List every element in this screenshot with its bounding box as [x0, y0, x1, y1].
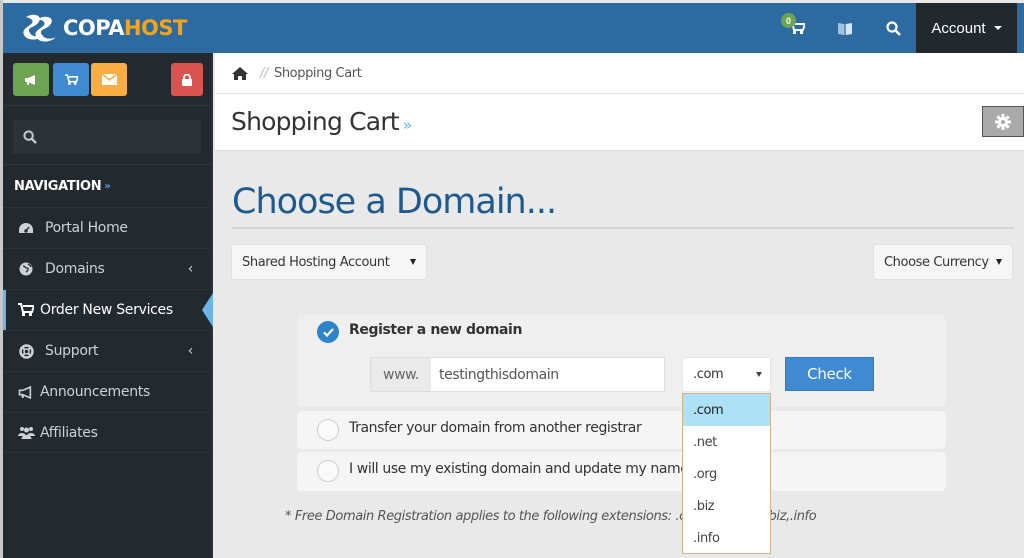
envelope-icon	[101, 74, 117, 85]
logo[interactable]: COPAHOST	[20, 13, 187, 43]
gear-icon	[995, 113, 1011, 130]
cart-button[interactable]: 0	[773, 3, 821, 53]
cart-quick-button[interactable]	[53, 63, 89, 96]
choose-domain-heading: Choose a Domain...	[232, 182, 557, 222]
breadcrumb-separator: //	[260, 65, 268, 81]
tld-select[interactable]: .com	[682, 357, 771, 392]
sidebar-item-affiliates[interactable]: Affiliates	[3, 412, 211, 453]
language-icon	[838, 23, 852, 35]
caret-down-icon	[993, 26, 1002, 30]
megaphone-icon	[17, 385, 35, 399]
option-label: Transfer your domain from another regist…	[349, 420, 642, 436]
transfer-domain-option[interactable]: Transfer your domain from another regist…	[297, 411, 946, 449]
email-quick-button[interactable]	[91, 63, 127, 96]
tld-option[interactable]: .info	[683, 522, 770, 554]
home-icon[interactable]	[232, 66, 248, 80]
option-label: Register a new domain	[349, 322, 523, 338]
www-prefix: www.	[370, 357, 432, 392]
sidebar-item-portal-home[interactable]: Portal Home	[3, 207, 211, 248]
breadcrumb-current: Shopping Cart	[273, 65, 362, 81]
double-chevron-down-icon: »	[104, 180, 111, 192]
chevron-left-icon: ‹	[187, 261, 194, 277]
globe-icon	[17, 262, 35, 276]
sidebar-item-support[interactable]: Support ‹	[3, 330, 211, 371]
checkmark-icon	[322, 327, 334, 337]
sidebar-search-input[interactable]	[13, 120, 201, 154]
option-label: I will use my existing domain and update…	[349, 461, 738, 477]
megaphone-icon	[25, 74, 35, 85]
dropdown-arrow-icon	[756, 371, 762, 377]
tld-option[interactable]: .com	[683, 394, 770, 426]
announcements-quick-button[interactable]	[13, 63, 49, 96]
radio-transfer[interactable]	[317, 419, 339, 441]
page-title: Shopping Cart»	[231, 107, 412, 136]
page-header: Shopping Cart»	[215, 94, 1024, 151]
account-menu[interactable]: Account	[916, 3, 1017, 53]
tld-dropdown-list: .com .net .org .biz .info	[682, 393, 771, 554]
tld-option[interactable]: .org	[683, 458, 770, 490]
users-icon	[17, 426, 35, 439]
dropdown-arrow-icon	[996, 259, 1002, 265]
navigation-header: NAVIGATION »	[3, 164, 211, 207]
currency-select[interactable]: Choose Currency	[873, 244, 1013, 280]
cart-icon	[64, 73, 78, 85]
cart-icon	[17, 303, 35, 317]
language-button[interactable]	[821, 3, 869, 53]
top-bar: COPAHOST 0 Account	[3, 0, 1024, 53]
search-icon	[885, 20, 901, 36]
domain-input[interactable]	[431, 357, 665, 392]
radio-checked-register[interactable]	[317, 321, 339, 343]
brand-name: COPAHOST	[63, 16, 187, 40]
dropdown-arrow-icon	[410, 259, 416, 265]
lifebuoy-icon	[17, 343, 35, 359]
dashboard-icon	[17, 222, 35, 235]
account-label: Account	[931, 19, 986, 37]
sidebar: NAVIGATION » Portal Home Domains ‹ Order…	[3, 53, 213, 558]
search-button[interactable]	[869, 3, 917, 53]
product-select[interactable]: Shared Hosting Account	[231, 244, 427, 280]
divider	[232, 227, 1014, 229]
cart-count-badge: 0	[781, 13, 796, 28]
radio-existing[interactable]	[317, 460, 339, 482]
settings-button[interactable]	[982, 106, 1024, 137]
double-chevron-right-icon: »	[402, 116, 412, 134]
tld-option[interactable]: .net	[683, 426, 770, 458]
logout-quick-button[interactable]	[171, 63, 203, 96]
sidebar-item-domains[interactable]: Domains ‹	[3, 248, 211, 289]
lock-icon	[182, 73, 192, 86]
sidebar-item-order-new-services[interactable]: Order New Services	[3, 289, 213, 330]
check-button[interactable]: Check	[785, 357, 874, 391]
search-icon	[23, 130, 37, 144]
existing-domain-option[interactable]: I will use my existing domain and update…	[297, 452, 946, 491]
sidebar-item-announcements[interactable]: Announcements	[3, 371, 211, 412]
breadcrumb: // Shopping Cart	[215, 53, 1024, 94]
logo-mark-icon	[23, 14, 56, 42]
tld-option[interactable]: .biz	[683, 490, 770, 522]
chevron-left-icon: ‹	[187, 343, 194, 359]
